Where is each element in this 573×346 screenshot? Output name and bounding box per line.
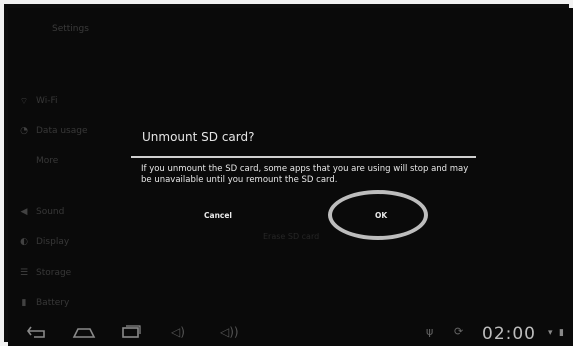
clock: 02:00 bbox=[482, 324, 536, 344]
cancel-button[interactable]: Cancel bbox=[204, 211, 232, 220]
volume-down-icon[interactable]: ◁) bbox=[171, 325, 185, 339]
screen: Settings ⌔ Wi-Fi ◔ Data usage More ◀ Sou… bbox=[8, 8, 573, 346]
battery-status-icon: ▮ bbox=[559, 328, 564, 338]
wifi-signal-icon: ▾ bbox=[548, 328, 553, 338]
dialog-title: Unmount SD card? bbox=[142, 130, 255, 144]
system-navigation-bar: ◁) ◁)) ψ ⟳ 02:00 ▾ ▮ bbox=[8, 322, 573, 346]
usb-icon: ψ bbox=[426, 325, 434, 338]
sync-icon: ⟳ bbox=[454, 325, 464, 338]
home-icon[interactable] bbox=[72, 325, 96, 343]
dialog-message: If you unmount the SD card, some apps th… bbox=[141, 164, 469, 185]
ok-highlight-circle bbox=[328, 190, 428, 240]
recent-apps-icon[interactable] bbox=[120, 325, 142, 343]
dialog-divider bbox=[131, 156, 476, 158]
device-frame: Settings ⌔ Wi-Fi ◔ Data usage More ◀ Sou… bbox=[0, 0, 573, 346]
volume-up-icon[interactable]: ◁)) bbox=[220, 325, 239, 339]
back-icon[interactable] bbox=[26, 325, 48, 343]
